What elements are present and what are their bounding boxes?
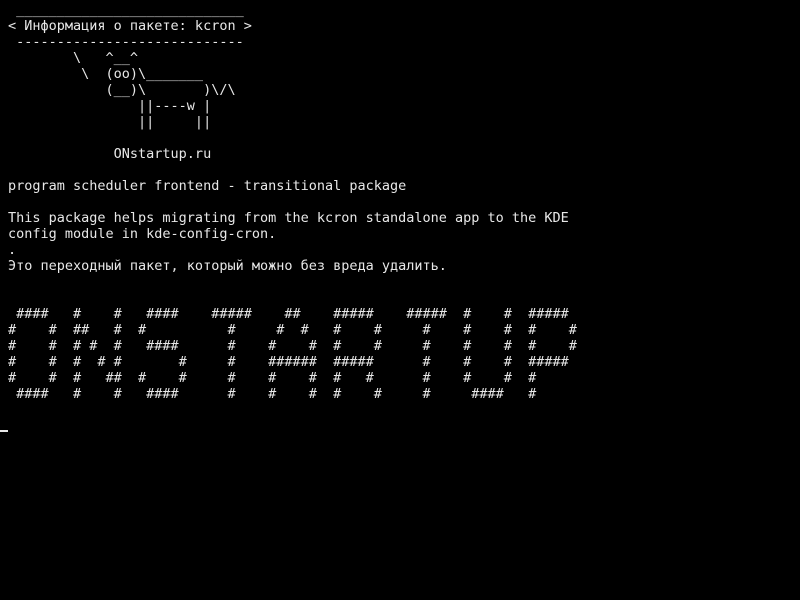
package-summary: program scheduler frontend - transitiona… [8,178,407,194]
text-cursor [0,430,8,432]
banner-art-line: # # # # # #### # # # # # # # # # # [8,338,577,354]
cow-art-line: \ ^__^ [8,50,139,66]
cow-art-line: ||----w | [8,98,212,114]
banner-art-line: # # ## # # # # # # # # # # # # [8,322,577,338]
package-description-ru: Это переходный пакет, который можно без … [8,258,447,274]
cow-art-line: || || [8,114,212,130]
cowsay-bubble-top: ____________________________ [8,2,244,18]
banner-art-line: #### # # #### # # # # # # #### # [8,386,537,402]
banner-art-line: #### # # #### ##### ## ##### ##### # # #… [8,306,569,322]
cowsay-bubble-bottom: ---------------------------- [8,34,244,50]
package-description-line: config module in kde-config-cron. [8,226,277,242]
terminal-screen[interactable]: ____________________________ < Информаци… [0,2,800,600]
banner-art-line: # # # ## # # # # # # # # # # # [8,370,537,386]
package-description-line: This package helps migrating from the kc… [8,210,569,226]
cowsay-bubble-text: < Информация о пакете: kcron > [8,18,252,34]
site-credit: ONstartup.ru [8,146,212,162]
cow-art-line: \ (oo)\_______ [8,66,204,82]
package-description-line: . [8,242,17,258]
cow-art-line: (__)\ )\/\ [8,82,236,98]
banner-art-line: # # # # # # # ###### ##### # # # ##### [8,354,569,370]
